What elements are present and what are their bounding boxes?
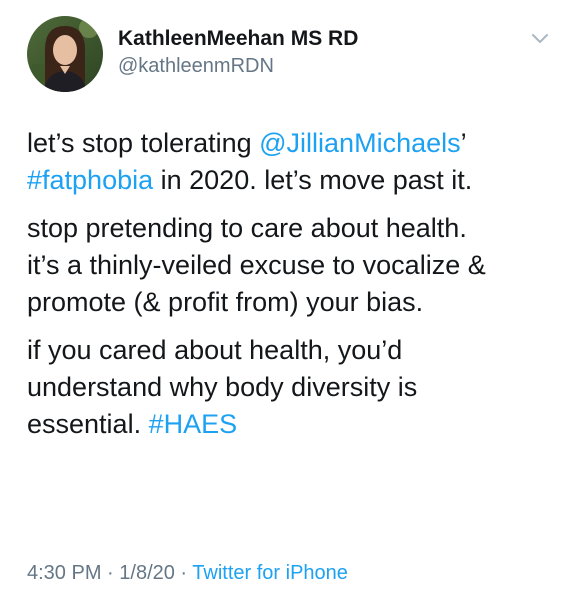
tweet-line: essential. #HAES [27,406,552,443]
separator: · [101,562,120,584]
tweet-line: let’s stop tolerating @JillianMichaels’ [27,125,552,162]
separator: · [174,562,193,584]
mention-link[interactable]: @JillianMichaels [259,128,460,158]
tweet-line: it’s a thinly-veiled excuse to vocalize … [27,250,486,280]
text-segment: essential. [27,409,149,439]
tweet-paragraph-3: if you cared about health, you’d underst… [27,332,552,443]
user-handle[interactable]: @kathleenmRDN [118,55,274,78]
chevron-down-icon[interactable] [530,32,550,46]
hashtag-link[interactable]: #fatphobia [27,165,153,195]
display-name[interactable]: KathleenMeehan MS RD [118,27,358,51]
tweet-line: if you cared about health, you’d [27,335,403,365]
tweet-card: KathleenMeehan MS RD @kathleenmRDN let’s… [0,0,563,600]
tweet-line: #fatphobia in 2020. let’s move past it. [27,162,552,199]
tweet-source-link[interactable]: Twitter for iPhone [192,562,348,584]
tweet-paragraph-2: stop pretending to care about health. it… [27,210,552,321]
tweet-line: understand why body diversity is [27,372,418,402]
tweet-line: stop pretending to care about health. [27,213,467,243]
text-segment: in 2020. let’s move past it. [153,165,473,195]
avatar[interactable] [27,16,103,92]
text-segment: ’ [460,128,467,158]
tweet-meta: 4:30 PM · 1/8/20 · Twitter for iPhone [27,562,348,585]
tweet-text: let’s stop tolerating @JillianMichaels’ … [27,125,552,454]
tweet-time[interactable]: 4:30 PM [27,562,101,584]
text-segment: let’s stop tolerating [27,128,260,158]
tweet-date[interactable]: 1/8/20 [119,562,175,584]
tweet-paragraph-1: let’s stop tolerating @JillianMichaels’ … [27,125,552,199]
tweet-line: promote (& profit from) your bias. [27,287,424,317]
hashtag-link[interactable]: #HAES [149,409,238,439]
